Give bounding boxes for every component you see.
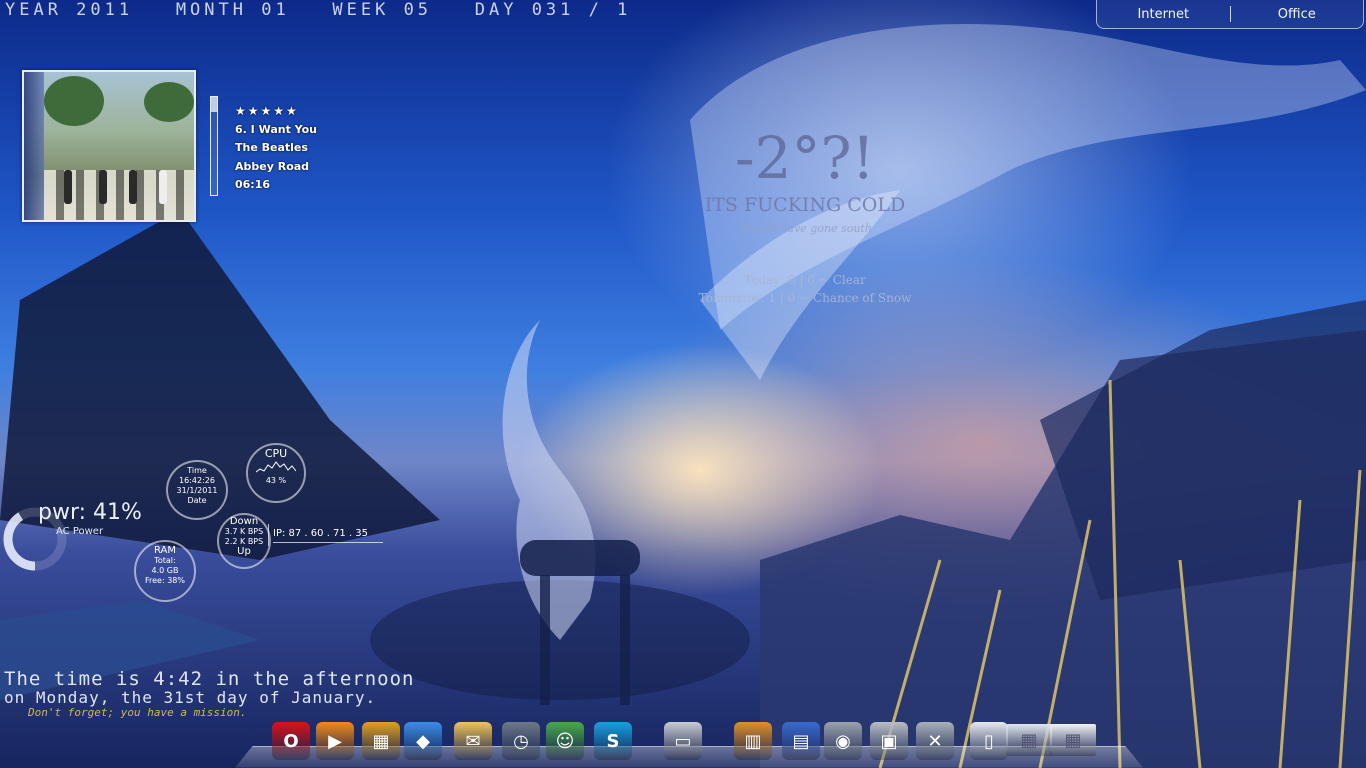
verbal-clock-reminder: Don't forget; you have a mission.: [28, 706, 247, 719]
cpu-graph: [255, 461, 297, 473]
network-gauge: Down 3.7 K BPS 2.2 K BPS Up: [217, 513, 271, 569]
track-album: Abbey Road: [235, 159, 310, 173]
messenger-icon[interactable]: ☺: [546, 722, 584, 760]
now-playing-info: ★★★★★ 6. I Want You The Beatles Abbey Ro…: [235, 102, 317, 195]
album-art-tree: [44, 76, 104, 126]
notepad-icon[interactable]: ▯: [970, 722, 1008, 760]
weather-today: Today: 0 | 0 ~ Clear: [744, 273, 866, 287]
date-value: 31/1/2011: [176, 486, 218, 495]
mail-icon[interactable]: ✉: [454, 722, 492, 760]
dropbox-icon[interactable]: ◆: [404, 722, 442, 760]
weather-tomorrow: Tomorrow: 1 | 0 ~ Chance of Snow: [698, 291, 912, 305]
clock-icon[interactable]: ◷: [502, 722, 540, 760]
track-artist: The Beatles: [235, 141, 308, 154]
ip-address-row: IP: 87 . 60 . 71 . 35: [268, 524, 383, 546]
opera-icon[interactable]: O: [272, 722, 310, 760]
verbal-clock: The time is 4:42 in the afternoon on Mon…: [4, 668, 415, 720]
launcher-bar: Internet Office: [1096, 0, 1364, 29]
album-art-figure: [99, 170, 107, 204]
ram-total-label: Total:: [154, 556, 176, 565]
time-value: 16:42:26: [179, 476, 215, 485]
time-label: Time: [187, 466, 207, 475]
cpu-label: CPU: [264, 447, 288, 460]
album-art-figure: [129, 170, 137, 204]
media-player-icon[interactable]: ▶: [316, 722, 354, 760]
rating-stars[interactable]: ★★★★★: [235, 102, 317, 121]
tools-icon[interactable]: ✕: [916, 722, 954, 760]
cpu-value: 43 %: [265, 476, 287, 485]
album-art[interactable]: [22, 70, 196, 222]
album-art-tree: [144, 82, 194, 122]
album-art-figure: [159, 170, 167, 204]
ip-underline: [273, 542, 383, 543]
upload-label: Up: [237, 546, 251, 557]
recycle-bin-icon[interactable]: ▥: [734, 722, 772, 760]
ip-divider: [268, 524, 269, 546]
office-icon[interactable]: ▦: [362, 722, 400, 760]
time-gauge: Time 16:42:26 31/1/2011 Date: [166, 460, 228, 520]
skype-icon[interactable]: S: [594, 722, 632, 760]
weather-temperature: -2°?!: [735, 124, 875, 192]
office-link[interactable]: Office: [1231, 7, 1364, 22]
weather-widget: -2°?! ITS FUCKING COLD Should have gone …: [690, 128, 920, 305]
date-info-line: YEAR 2011 MONTH 01 WEEK 05 DAY 031 / 1: [5, 0, 632, 20]
weather-headline: ITS FUCKING COLD: [704, 194, 906, 216]
track-progress-bar[interactable]: [210, 96, 218, 196]
window-thumbnail-icon[interactable]: ▦: [1006, 724, 1052, 756]
ram-label: RAM: [153, 545, 176, 556]
power-percent: pwr: 41%: [38, 500, 142, 525]
verbal-clock-time: The time is 4:42 in the afternoon: [4, 668, 415, 690]
track-time: 06:16: [235, 178, 271, 191]
calculator-icon[interactable]: ▣: [870, 722, 908, 760]
power-source: AC Power: [56, 526, 104, 537]
track-progress-fill: [211, 97, 217, 112]
download-value: 3.7 K BPS: [224, 527, 264, 536]
track-title: 6. I Want You: [235, 122, 318, 136]
download-label: Down: [229, 516, 259, 527]
verbal-clock-date: on Monday, the 31st day of January.: [4, 688, 377, 707]
cpu-gauge: CPU 43 %: [246, 443, 306, 503]
album-art-edge: [24, 72, 44, 220]
dock: O ▶ ▦ ◆ ✉ ◷ ☺ S ▭ ▥ ▤ ◉ ▣ ✕ ▯ ▦ ▦: [235, 722, 1143, 768]
wallpaper-art: [0, 24, 1366, 768]
folder-icon[interactable]: ▭: [664, 722, 702, 760]
volume-icon[interactable]: ◉: [824, 722, 862, 760]
window-thumbnail-2-icon[interactable]: ▦: [1050, 724, 1096, 756]
internet-link[interactable]: Internet: [1097, 7, 1230, 22]
album-art-figure: [64, 170, 72, 204]
ram-free: Free: 38%: [145, 576, 185, 585]
date-label: Date: [187, 496, 207, 505]
ram-total-value: 4.0 GB: [151, 566, 179, 575]
weather-subtitle: Should have gone south: [738, 222, 872, 235]
ip-address: IP: 87 . 60 . 71 . 35: [273, 528, 369, 539]
ram-gauge: RAM Total: 4.0 GB Free: 38%: [134, 540, 196, 602]
network-icon[interactable]: ▤: [782, 722, 820, 760]
